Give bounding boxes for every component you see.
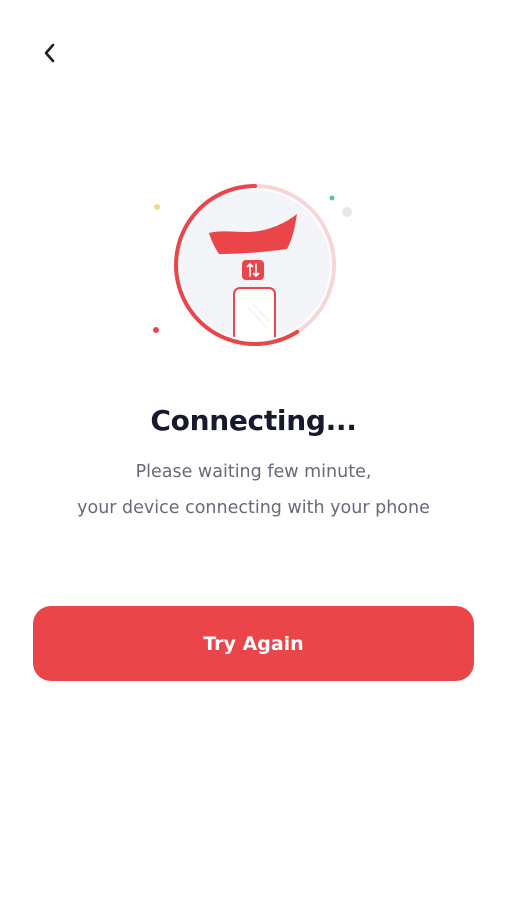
status-message-line1: Please waiting few minute, [135,462,372,482]
chevron-left-icon [44,43,55,63]
decor-dot-green [329,195,335,201]
decor-dot-red [153,327,159,333]
decor-dot-gray [342,207,352,217]
phone-icon [233,287,276,340]
try-again-button[interactable]: Try Again [33,606,474,681]
try-again-label: Try Again [203,632,304,655]
connecting-illustration [145,178,365,358]
status-message-line2: your device connecting with your phone [77,498,430,518]
sync-arrows-icon [242,260,264,280]
back-button[interactable] [30,33,70,73]
status-title: Connecting... [150,404,357,437]
decor-dot-yellow [154,204,160,210]
